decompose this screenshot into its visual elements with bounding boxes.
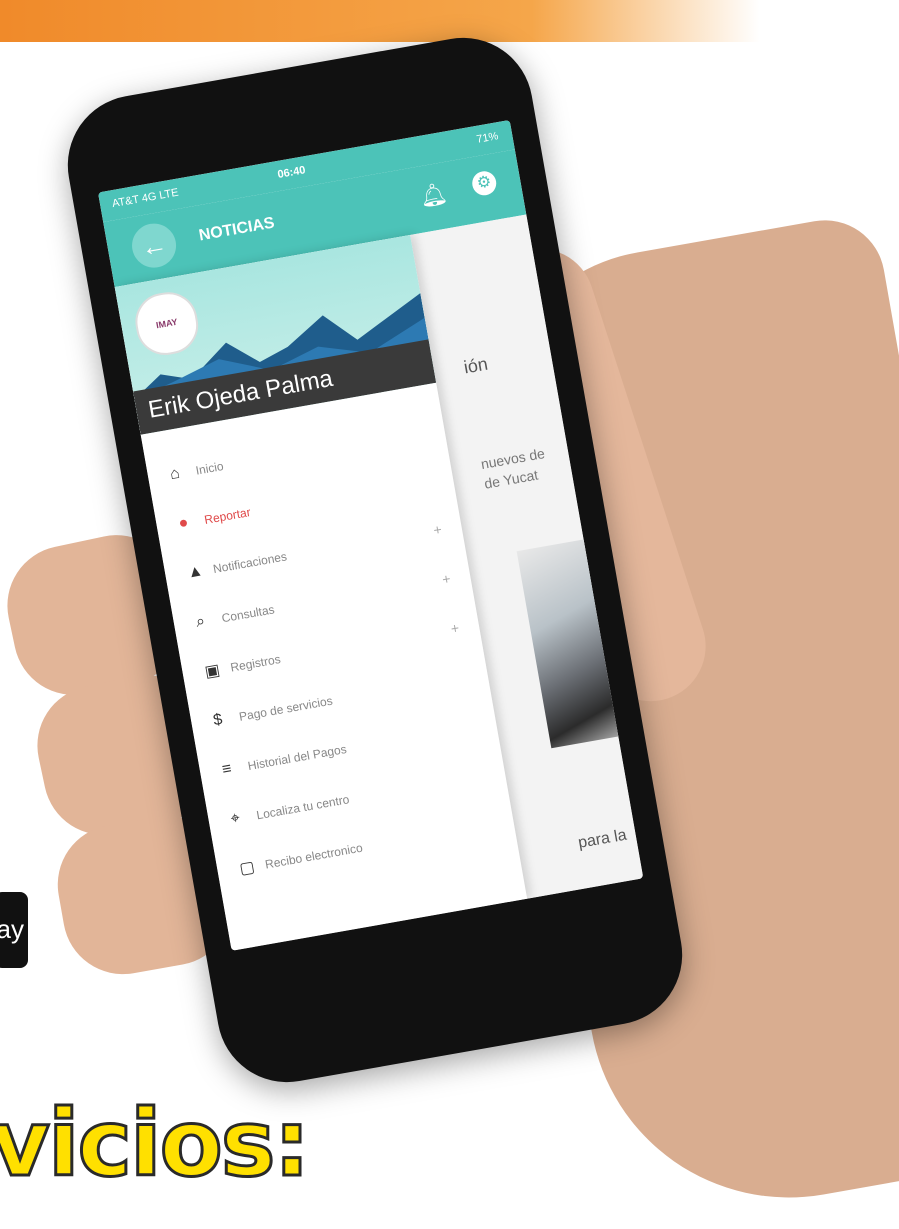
search-icon: ⌕: [194, 612, 207, 631]
top-banner: [0, 0, 760, 42]
register-icon: ▣: [203, 661, 222, 682]
expand-plus-icon[interactable]: +: [441, 570, 452, 587]
expand-plus-icon[interactable]: +: [450, 620, 461, 637]
bell-icon: ▲: [185, 562, 205, 582]
receipt-icon: ▢: [238, 858, 257, 879]
services-heading: vicios:: [0, 1090, 312, 1197]
drawer-item-label: Inicio: [194, 459, 225, 478]
carrier-label: AT&T 4G LTE: [111, 186, 180, 211]
drawer-item-label: Historial del Pagos: [246, 741, 348, 774]
expand-plus-icon[interactable]: +: [432, 521, 443, 538]
app-bar-title: NOTICIAS: [197, 214, 276, 245]
drawer-item-label: Consultas: [220, 602, 276, 626]
drawer-item-label: Notificaciones: [211, 549, 288, 577]
drawer-item-label: Localiza tu centro: [255, 792, 351, 823]
back-arrow-icon[interactable]: ←: [128, 220, 180, 272]
content-heading: ión: [462, 353, 490, 378]
home-icon: ⌂: [168, 464, 182, 484]
store-badge-text: ay: [0, 914, 24, 944]
battery-level: 71%: [475, 130, 500, 146]
clock: 06:40: [276, 164, 307, 181]
drawer-item-label: Recibo electronico: [264, 840, 364, 872]
list-icon: ≡: [220, 760, 233, 779]
alert-icon: ●: [177, 513, 190, 533]
content-footer: para la: [576, 826, 628, 852]
store-badge: ay: [0, 892, 28, 968]
drawer-item-label: Pago de servicios: [237, 693, 334, 724]
settings-icon[interactable]: ⚙: [470, 169, 499, 198]
drawer-item-label: Registros: [229, 652, 282, 675]
dollar-icon: $: [212, 711, 224, 730]
map-icon: ⌖: [229, 809, 242, 828]
drawer-item-label: Reportar: [203, 505, 252, 527]
notification-bell-icon[interactable]: 🔔︎: [418, 180, 450, 210]
